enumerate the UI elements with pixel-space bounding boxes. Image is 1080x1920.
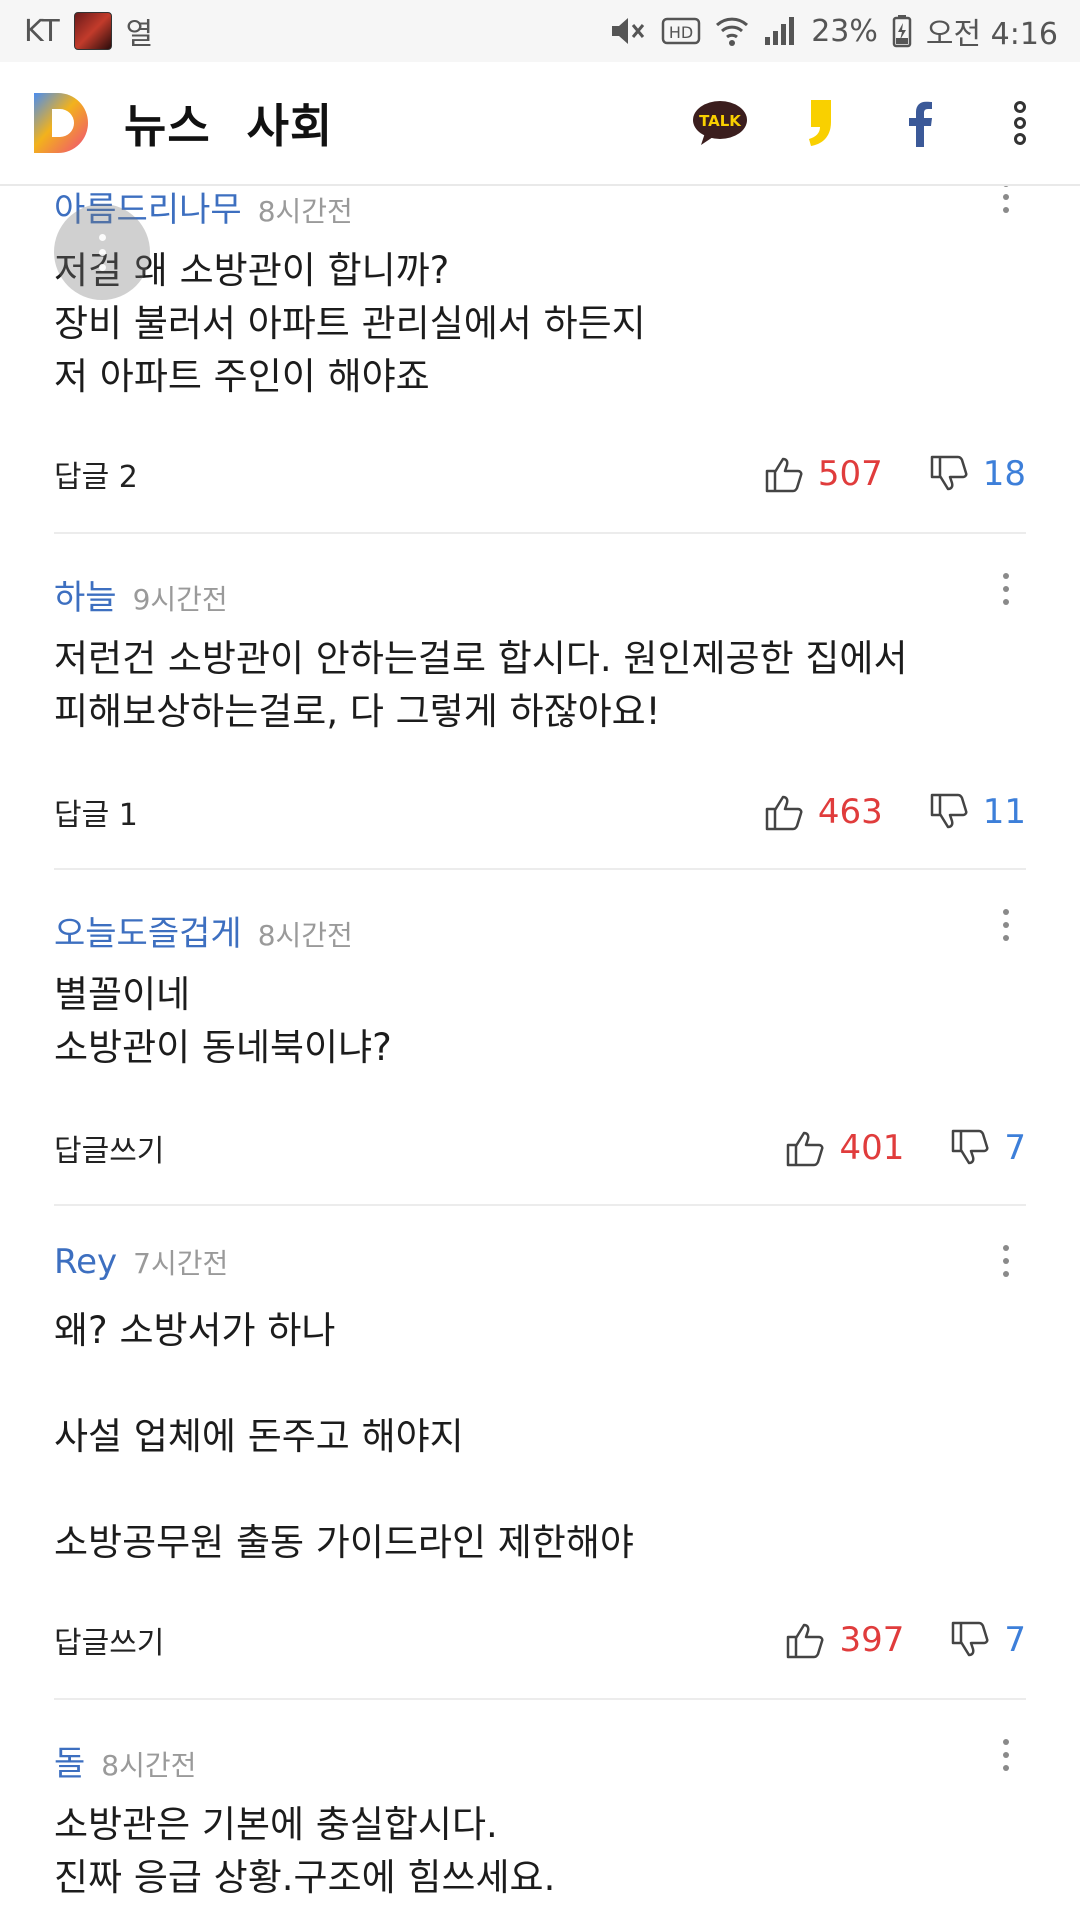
comment-more-icon[interactable] (986, 900, 1026, 950)
notification-text: 열 (125, 17, 154, 52)
comment-body: 별꼴이네 소방관이 동네북이냐? (54, 973, 392, 1069)
thumbs-up-icon (765, 795, 803, 831)
floating-menu-button[interactable] (54, 204, 150, 300)
comment-divider (54, 1698, 1026, 1700)
thumbs-down-icon (930, 455, 968, 491)
like-button[interactable]: 397 (785, 1620, 904, 1660)
signal-icon (763, 15, 797, 47)
more-vert-icon (1014, 101, 1026, 145)
comment-more-icon[interactable] (986, 1730, 1026, 1780)
wifi-icon (715, 15, 749, 47)
kakaotalk-share-button[interactable]: TALK (690, 93, 750, 153)
like-button[interactable]: 507 (764, 454, 883, 494)
clock: 오전 4:16 (925, 17, 1058, 52)
thumbs-down-icon (930, 793, 968, 829)
thumbs-down-icon (952, 1129, 989, 1165)
comment-more-icon[interactable] (986, 1236, 1026, 1286)
reply-button[interactable]: 답글쓰기 (54, 1126, 164, 1170)
comment-more-icon[interactable] (986, 186, 1026, 222)
status-bar: KT 열 HD 23% 오전 4:16 (0, 0, 1080, 62)
kakaostory-icon (809, 100, 831, 146)
reply-button[interactable]: 답글 1 (54, 790, 138, 834)
game-notification-icon (73, 12, 112, 50)
more-options-button[interactable] (990, 93, 1050, 153)
dislike-count: 18 (982, 454, 1026, 494)
like-button[interactable]: 463 (764, 792, 883, 832)
daum-logo-icon[interactable] (30, 89, 94, 157)
dislike-button[interactable]: 11 (929, 792, 1026, 832)
carrier-label: KT (24, 13, 60, 49)
comment-item: 돌 8시간전 소방관은 기본에 충실합시다. 진짜 응급 상황.구조에 힘쓰세요… (54, 1736, 1026, 1904)
dislike-count: 11 (982, 792, 1026, 832)
comment-time: 8시간전 (257, 195, 353, 228)
comment-list[interactable]: 아름드리나무 8시간전 저걸 왜 소방관이 합니까? 장비 불러서 아파트 관리… (0, 186, 1080, 1920)
mute-icon (609, 14, 647, 48)
comment-body: 저걸 왜 소방관이 합니까? 장비 불러서 아파트 관리실에서 하든지 저 아파… (54, 249, 646, 398)
dislike-button[interactable]: 7 (950, 1128, 1026, 1168)
section-title: 뉴스 사회 (124, 90, 333, 156)
thumbs-up-icon (787, 1623, 824, 1659)
comment-time: 8시간전 (257, 919, 353, 952)
comment-item: Rey 7시간전 왜? 소방서가 하나 사설 업체에 돈주고 해야지 소방공무원… (54, 1242, 1026, 1661)
dislike-button[interactable]: 18 (929, 454, 1026, 494)
hd-voice-icon: HD (661, 16, 701, 46)
comment-author[interactable]: 오늘도즐겁게 (54, 906, 242, 955)
kakaostory-share-button[interactable] (790, 93, 850, 153)
comment-time: 8시간전 (101, 1749, 197, 1782)
talk-label: TALK (699, 112, 742, 130)
like-count: 401 (839, 1128, 905, 1168)
comment-author[interactable]: 하늘 (54, 570, 117, 619)
comment-body: 왜? 소방서가 하나 사설 업체에 돈주고 해야지 소방공무원 출동 가이드라인… (54, 1309, 634, 1564)
like-count: 397 (839, 1620, 905, 1660)
like-count: 463 (817, 792, 883, 832)
hd-label: HD (669, 23, 693, 42)
thumbs-down-icon (952, 1621, 989, 1657)
battery-percent: 23% (811, 13, 878, 49)
comment-divider (54, 868, 1026, 870)
comment-item: 아름드리나무 8시간전 저걸 왜 소방관이 합니까? 장비 불러서 아파트 관리… (54, 186, 1026, 495)
comment-body: 저런건 소방관이 안하는걸로 합시다. 원인제공한 집에서 피해보상하는걸로, … (54, 637, 908, 733)
reply-button[interactable]: 답글쓰기 (54, 1618, 164, 1662)
comment-author[interactable]: 돌 (54, 1736, 85, 1785)
dislike-count: 7 (1004, 1620, 1026, 1660)
comment-item: 하늘 9시간전 저런건 소방관이 안하는걸로 합시다. 원인제공한 집에서 피해… (54, 570, 1026, 833)
comment-divider (54, 532, 1026, 534)
comment-author[interactable]: Rey (54, 1242, 117, 1282)
like-count: 507 (817, 454, 883, 494)
comment-time: 9시간전 (132, 583, 228, 616)
battery-charging-icon (892, 14, 912, 48)
comment-item: 오늘도즐겁게 8시간전 별꼴이네 소방관이 동네북이냐? 답글쓰기 401 7 (54, 906, 1026, 1169)
comment-body: 소방관은 기본에 충실합시다. 진짜 응급 상황.구조에 힘쓰세요. (54, 1803, 556, 1899)
comment-time: 7시간전 (133, 1247, 229, 1280)
thumbs-up-icon (765, 457, 803, 493)
facebook-icon (909, 101, 932, 147)
dislike-count: 7 (1004, 1128, 1026, 1168)
thumbs-up-icon (787, 1131, 824, 1167)
comment-more-icon[interactable] (986, 564, 1026, 614)
app-bar: 뉴스 사회 TALK (0, 62, 1080, 186)
comment-divider (54, 1204, 1026, 1206)
dislike-button[interactable]: 7 (950, 1620, 1026, 1660)
facebook-share-button[interactable] (890, 93, 950, 153)
section-primary: 뉴스 (124, 99, 211, 153)
reply-button[interactable]: 답글 2 (54, 452, 138, 496)
section-secondary: 사회 (246, 99, 334, 153)
like-button[interactable]: 401 (785, 1128, 904, 1168)
kakaotalk-icon: TALK (693, 101, 747, 145)
